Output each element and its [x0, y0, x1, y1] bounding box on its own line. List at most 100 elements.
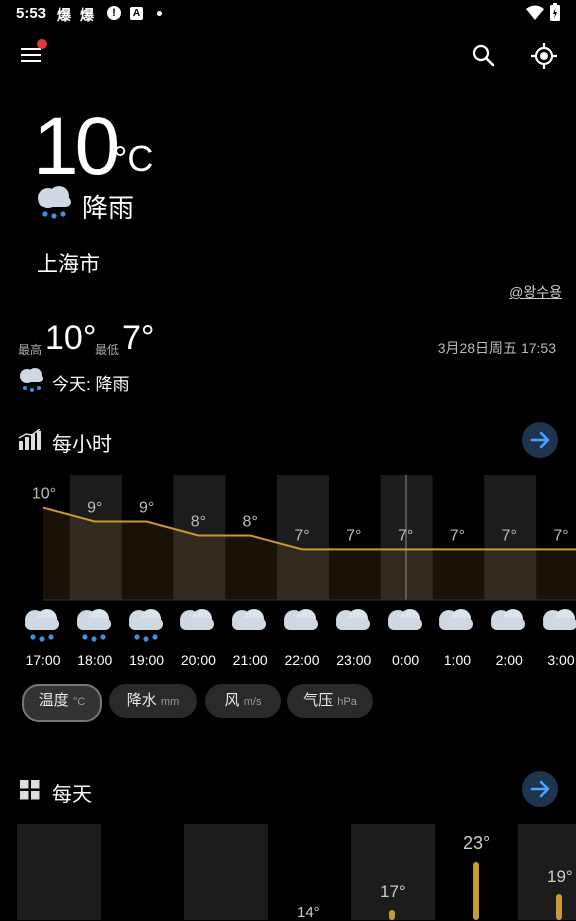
daily-column: [184, 824, 268, 920]
chip-unit: °C: [72, 696, 86, 708]
chip-wind[interactable]: 风 m/s: [205, 684, 281, 718]
arrow-right-icon: [530, 431, 550, 449]
chart-icon: [18, 429, 41, 450]
notification-badge: [37, 39, 47, 49]
hour-item[interactable]: 22:00: [277, 600, 327, 670]
hourly-title: 每小时: [52, 434, 112, 456]
photo-credit-link[interactable]: @왕수용: [509, 282, 562, 302]
hour-temp-label: 7°: [502, 527, 517, 544]
current-temperature: 10: [33, 101, 120, 192]
hour-time: 21:00: [232, 652, 268, 668]
hourly-more-button[interactable]: [522, 422, 558, 458]
chip-pressure[interactable]: 气压 hPa: [287, 684, 373, 718]
chip-unit: hPa: [337, 696, 357, 708]
low-temperature: 7°: [122, 319, 155, 357]
cloud-icon: [232, 609, 267, 630]
chip-label: 气压: [303, 692, 334, 709]
hourly-temperature-chart[interactable]: 10° 9° 9° 8° 8° 7° 7° 7° 7° 7° 7°: [0, 470, 576, 605]
hour-item[interactable]: 21:00: [225, 600, 275, 670]
chip-label: 降水: [126, 692, 157, 709]
alert-icon: !: [107, 6, 121, 20]
hour-time: 17:00: [25, 652, 61, 668]
grid-icon: [20, 780, 40, 800]
daily-temp-label: 14°: [297, 904, 320, 921]
app-notification-icon: 爆: [80, 7, 94, 23]
daily-column: [351, 824, 435, 920]
search-icon[interactable]: [468, 40, 500, 72]
hour-item[interactable]: 18:00: [70, 600, 120, 670]
hour-temp-label: 9°: [87, 500, 102, 517]
daily-temp-label: 19°: [547, 867, 573, 886]
menu-button[interactable]: [20, 39, 47, 66]
hour-time: 1:00: [443, 652, 472, 668]
hour-item[interactable]: 0:00: [381, 600, 431, 670]
hourly-forecast-row[interactable]: 17:00 18:00 19:00 20:00 21:00 22:00 23:00 0:00 1…: [0, 600, 576, 680]
hour-time: 2:00: [495, 652, 523, 668]
temperature-unit: °C: [113, 138, 154, 179]
hour-temp-label: 7°: [450, 527, 465, 544]
cloud-icon: [543, 609, 576, 630]
current-condition: 降雨: [82, 193, 135, 223]
cloud-icon: [439, 609, 474, 630]
cloud-icon: [180, 609, 215, 630]
rain-cloud-icon: [76, 609, 111, 642]
daily-range-bar: [556, 894, 562, 920]
hour-temp-label: 7°: [294, 527, 309, 544]
a-icon: A: [130, 7, 143, 20]
hour-item[interactable]: 23:00: [329, 600, 379, 670]
daily-column: [17, 824, 101, 920]
hour-temp-label: 9°: [139, 500, 154, 517]
daily-more-button[interactable]: [522, 771, 558, 807]
hour-temp-label: 7°: [398, 527, 413, 544]
cloud-icon: [335, 609, 370, 630]
hour-temp-label: 7°: [553, 527, 568, 544]
rain-cloud-icon: [38, 186, 71, 219]
cloud-icon: [284, 609, 318, 630]
chip-temperature[interactable]: 温度 °C: [22, 684, 102, 722]
chip-label: 风: [224, 692, 240, 709]
hour-time: 3:00: [547, 652, 575, 668]
daily-title: 每天: [52, 784, 92, 806]
hour-temp-label: 7°: [346, 527, 361, 544]
hour-item[interactable]: 2:00: [484, 600, 534, 670]
chip-label: 温度: [38, 692, 69, 709]
high-temperature: 10°: [45, 319, 97, 357]
update-datetime: 3月28日周五 17:53: [437, 340, 556, 356]
hour-time: 0:00: [391, 652, 420, 668]
daily-temp-label: 17°: [380, 882, 406, 901]
high-label: 最高: [18, 343, 43, 357]
hour-item[interactable]: 19:00: [122, 600, 172, 670]
hour-time: 20:00: [180, 652, 216, 668]
rain-cloud-icon: [25, 609, 59, 642]
daily-range-bar: [389, 910, 395, 920]
hour-temp-label: 8°: [191, 513, 206, 530]
daily-temp-label: 23°: [463, 833, 491, 853]
hour-time: 19:00: [129, 652, 165, 668]
hour-temp-label: 8°: [243, 513, 258, 530]
daily-range-bar: [473, 862, 479, 920]
wifi-icon: [526, 5, 544, 20]
hour-item[interactable]: 17:00: [18, 600, 68, 670]
arrow-right-icon: [530, 780, 550, 798]
chip-unit: m/s: [243, 696, 262, 708]
hour-item[interactable]: 1:00: [432, 600, 482, 670]
cloud-icon: [387, 609, 422, 630]
hour-temp-label: 10°: [32, 486, 56, 503]
today-summary: 今天: 降雨: [52, 375, 130, 394]
rain-cloud-icon: [128, 609, 163, 642]
battery-icon: [550, 3, 560, 21]
chip-unit: mm: [160, 696, 180, 708]
low-label: 最低: [95, 343, 120, 357]
my-location-icon[interactable]: [528, 40, 560, 72]
hour-item[interactable]: 3:00: [536, 600, 576, 670]
chip-precipitation[interactable]: 降水 mm: [109, 684, 197, 718]
status-time: 5:53: [16, 5, 47, 22]
more-notifications-icon: [157, 11, 162, 16]
status-bar: 5:53 爆 爆 ! A: [0, 0, 576, 28]
hour-item[interactable]: 20:00: [173, 600, 223, 670]
hour-time: 18:00: [77, 652, 113, 668]
hour-time: 22:00: [284, 652, 320, 668]
hour-time: 23:00: [336, 652, 372, 668]
city-name: 上海市: [37, 253, 100, 276]
app-notification-icon: 爆: [57, 7, 71, 23]
